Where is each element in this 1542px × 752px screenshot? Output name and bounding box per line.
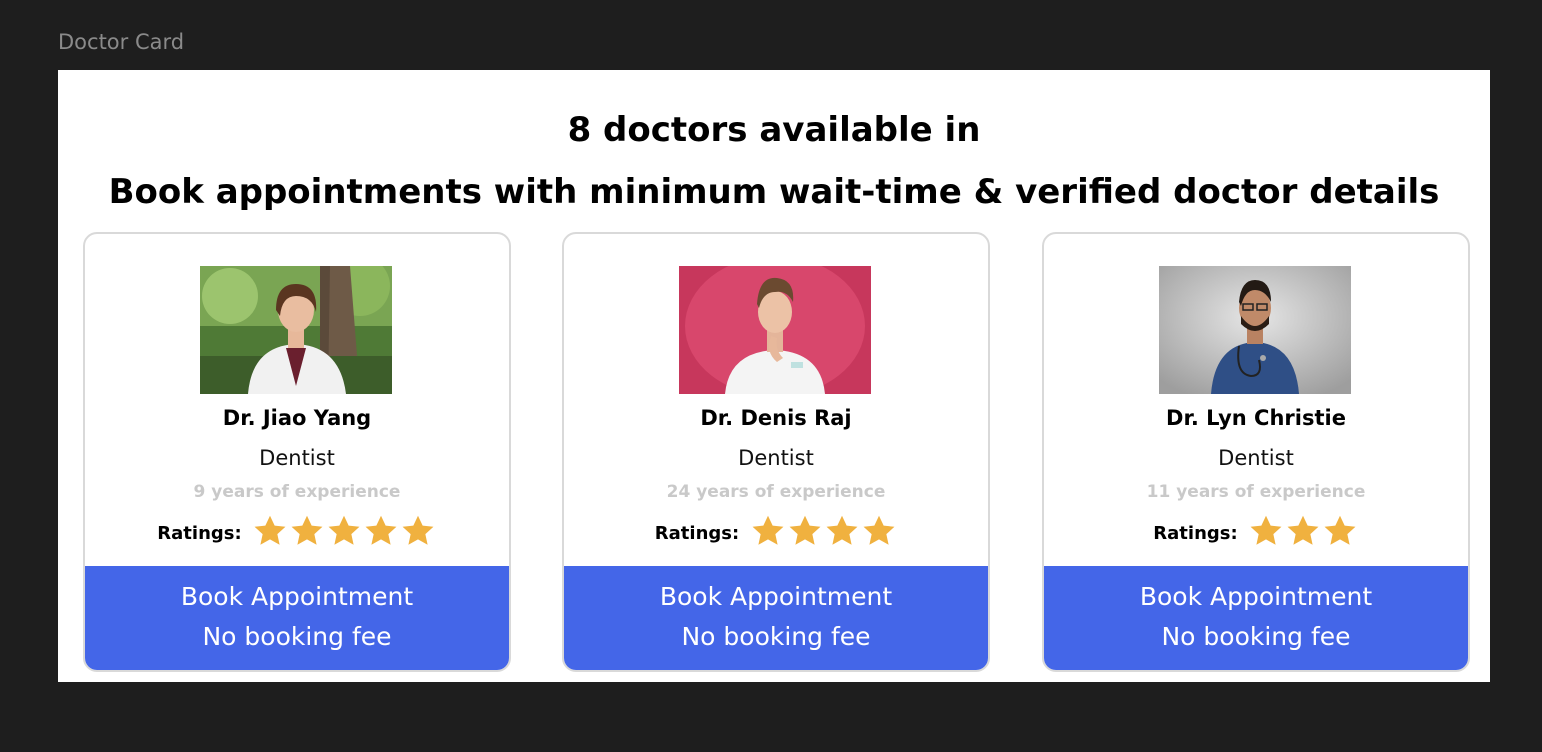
star-icon	[1324, 515, 1356, 545]
star-icon	[291, 515, 323, 545]
book-appointment-label: Book Appointment	[180, 582, 414, 611]
doctor-photo	[1159, 266, 1351, 394]
doctor-card-list: Dr. Jiao Yang Dentist 9 years of experie…	[83, 232, 1470, 672]
doctor-card: Dr. Jiao Yang Dentist 9 years of experie…	[83, 232, 511, 672]
doctor-ratings: Ratings:	[1044, 513, 1468, 554]
star-icon	[254, 515, 286, 545]
doctor-photo	[679, 266, 871, 394]
star-rating	[252, 513, 437, 554]
page-subtitle: Book appointments with minimum wait-time…	[108, 172, 1440, 212]
doctor-experience: 11 years of experience	[1146, 482, 1366, 502]
doctor-ratings: Ratings:	[564, 513, 988, 554]
star-icon	[1287, 515, 1319, 545]
book-appointment-label: Book Appointment	[659, 582, 893, 611]
doctor-specialty: Dentist	[738, 446, 814, 470]
doctor-card: Dr. Denis Raj Dentist 24 years of experi…	[562, 232, 990, 672]
star-icon	[328, 515, 360, 545]
star-icon	[365, 515, 397, 545]
doctor-card-frame: 8 doctors available in Book appointments…	[58, 70, 1490, 682]
doctor-experience: 9 years of experience	[193, 482, 401, 502]
doctor-photo	[200, 266, 392, 394]
doctor-specialty: Dentist	[1218, 446, 1294, 470]
booking-fee-label: No booking fee	[1161, 622, 1351, 651]
star-rating	[1248, 513, 1359, 554]
star-icon	[1250, 515, 1282, 545]
star-rating	[749, 513, 897, 554]
frame-label: Doctor Card	[58, 30, 185, 54]
booking-fee-label: No booking fee	[681, 622, 871, 651]
doctor-name: Dr. Jiao Yang	[222, 406, 372, 430]
star-icon	[402, 515, 434, 545]
doctor-name: Dr. Lyn Christie	[1166, 406, 1346, 430]
ratings-label: Ratings:	[157, 523, 242, 544]
doctor-card: Dr. Lyn Christie Dentist 11 years of exp…	[1042, 232, 1470, 672]
book-appointment-label: Book Appointment	[1139, 582, 1373, 611]
star-icon	[863, 515, 895, 545]
ratings-label: Ratings:	[654, 523, 740, 544]
ratings-label: Ratings:	[1153, 523, 1238, 544]
book-appointment-button[interactable]: Book Appointment No booking fee	[85, 566, 509, 670]
book-appointment-button[interactable]: Book Appointment No booking fee	[564, 566, 988, 670]
booking-fee-label: No booking fee	[202, 622, 392, 651]
star-icon	[789, 515, 821, 545]
doctor-experience: 24 years of experience	[666, 482, 886, 502]
page-title: 8 doctors available in	[567, 110, 981, 150]
doctor-name: Dr. Denis Raj	[700, 406, 852, 430]
doctor-specialty: Dentist	[259, 446, 335, 470]
star-icon	[752, 515, 784, 545]
star-icon	[826, 515, 858, 545]
book-appointment-button[interactable]: Book Appointment No booking fee	[1044, 566, 1468, 670]
doctor-ratings: Ratings:	[85, 513, 509, 554]
